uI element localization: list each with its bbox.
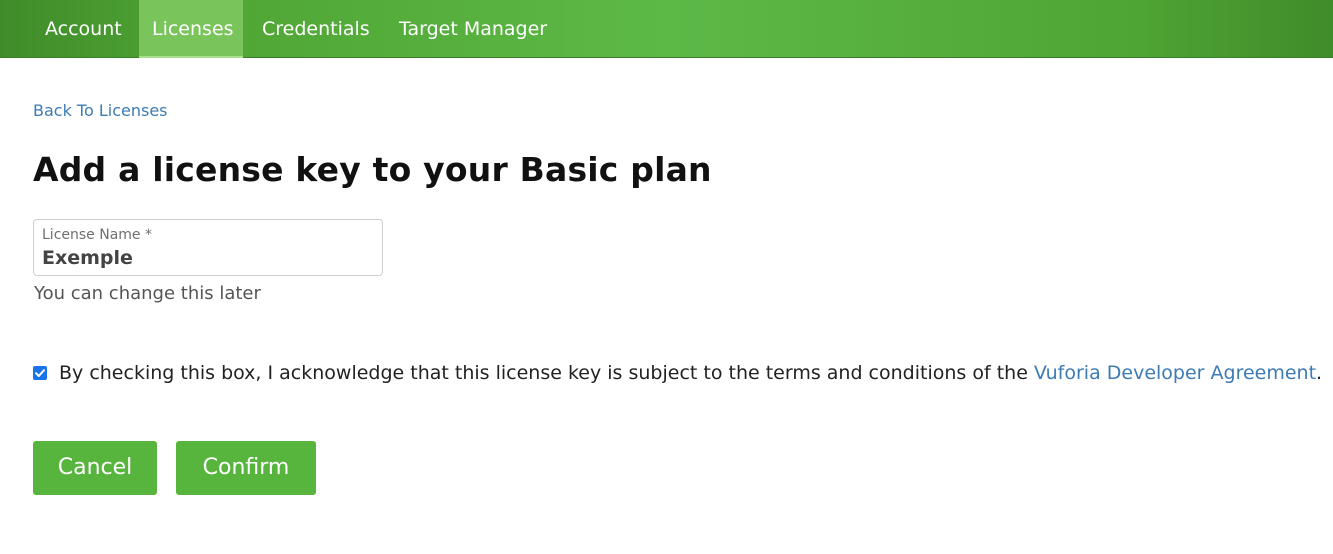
nav-item-licenses[interactable]: Licenses (139, 0, 243, 58)
back-to-licenses-link[interactable]: Back To Licenses (33, 101, 168, 120)
license-name-label: License Name * (42, 227, 152, 243)
top-navigation-bar: Account Licenses Credentials Target Mana… (0, 0, 1333, 58)
cancel-button[interactable]: Cancel (33, 441, 157, 495)
nav-item-account[interactable]: Account (32, 0, 135, 58)
license-name-input[interactable] (42, 246, 372, 270)
checkmark-icon (35, 369, 45, 377)
license-name-field[interactable]: License Name * (33, 219, 383, 276)
agreement-checkbox[interactable] (33, 366, 47, 380)
license-name-helper-text: You can change this later (34, 283, 261, 304)
nav-item-target-manager[interactable]: Target Manager (386, 0, 560, 58)
page-title: Add a license key to your Basic plan (33, 150, 712, 189)
nav-item-credentials[interactable]: Credentials (249, 0, 383, 58)
agreement-consent: By checking this box, I acknowledge that… (33, 362, 1322, 384)
vuforia-developer-agreement-link[interactable]: Vuforia Developer Agreement (1034, 362, 1316, 384)
agreement-text: By checking this box, I acknowledge that… (59, 362, 1323, 384)
confirm-button[interactable]: Confirm (176, 441, 316, 495)
